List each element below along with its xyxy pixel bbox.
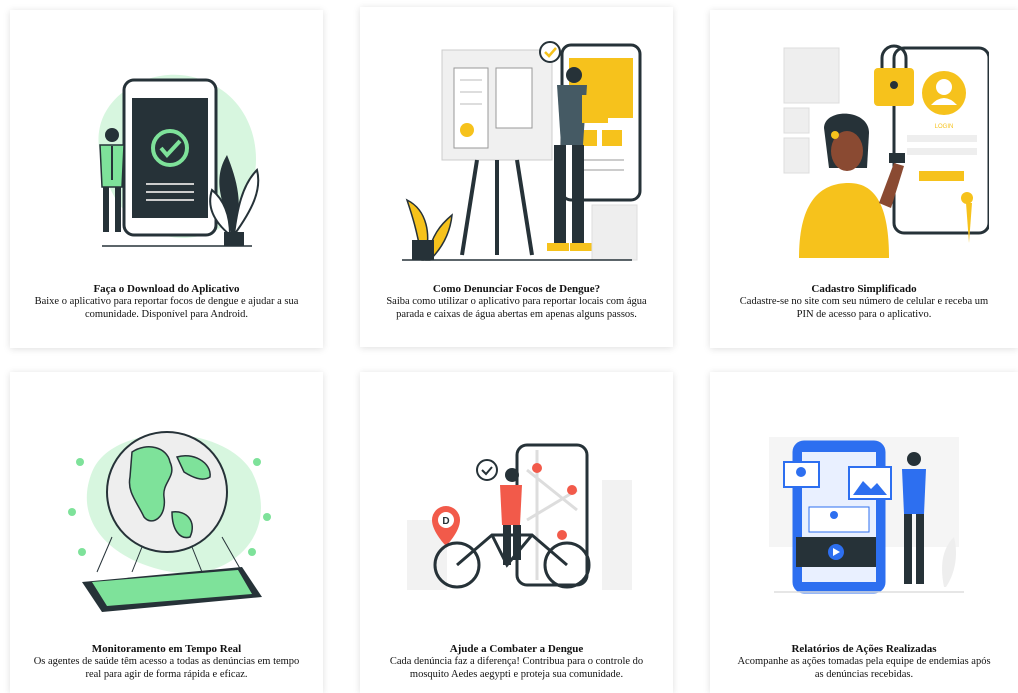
feature-card-monitoring[interactable]: Monitoramento em Tempo Real Os agentes d… bbox=[10, 372, 323, 693]
reports-phone-illustration bbox=[710, 437, 1018, 602]
card-description: Cada denúncia faz a diferença! Contribua… bbox=[389, 656, 644, 680]
report-guide-illustration bbox=[360, 40, 673, 265]
feature-card-fight-dengue[interactable]: D Ajude a Combater a Dengue Cada denúnci… bbox=[360, 372, 673, 693]
feature-card-reports[interactable]: Relatórios de Ações Realizadas Acompanhe… bbox=[710, 372, 1018, 693]
feature-card-download[interactable]: Faça o Download do Aplicativo Baixe o ap… bbox=[10, 10, 323, 348]
pin-letter: D bbox=[442, 516, 449, 527]
card-description: Baixe o aplicativo para reportar focos d… bbox=[34, 296, 299, 320]
card-title: Como Denunciar Focos de Dengue? bbox=[432, 283, 601, 295]
bicycle-map-illustration: D bbox=[360, 440, 673, 600]
feature-card-how-to-report[interactable]: Como Denunciar Focos de Dengue? Saiba co… bbox=[360, 7, 673, 347]
card-description: Cadastre-se no site com seu número de ce… bbox=[739, 296, 989, 320]
card-title: Monitoramento em Tempo Real bbox=[91, 643, 242, 655]
globe-tablet-illustration bbox=[10, 422, 323, 612]
card-description: Os agentes de saúde têm acesso a todas a… bbox=[33, 656, 300, 680]
feature-card-signup[interactable]: LOGIN Cadastro Simplificado Cadastre-se … bbox=[710, 10, 1018, 348]
card-description: Acompanhe as ações tomadas pela equipe d… bbox=[737, 656, 991, 680]
card-title: Relatórios de Ações Realizadas bbox=[791, 643, 937, 655]
login-phone-illustration: LOGIN bbox=[710, 43, 1018, 258]
card-title: Faça o Download do Aplicativo bbox=[93, 283, 240, 295]
card-description: Saiba como utilizar o aplicativo para re… bbox=[386, 296, 647, 320]
card-title: Ajude a Combater a Dengue bbox=[449, 643, 584, 655]
login-caption: LOGIN bbox=[935, 124, 954, 130]
card-title: Cadastro Simplificado bbox=[811, 283, 917, 295]
phone-download-illustration bbox=[10, 60, 323, 250]
